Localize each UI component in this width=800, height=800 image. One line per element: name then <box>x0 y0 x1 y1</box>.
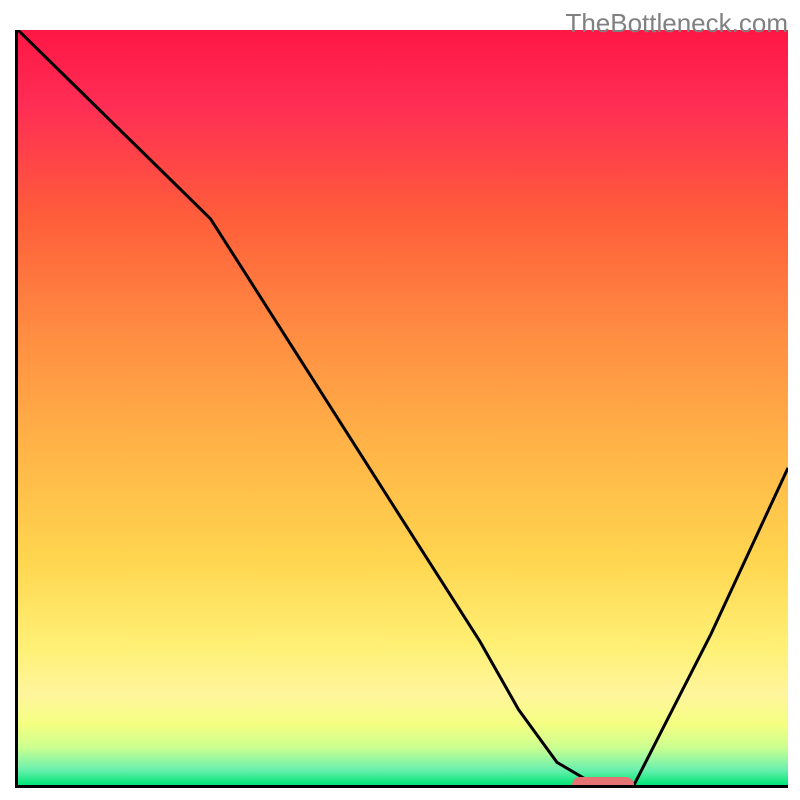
optimal-marker <box>572 777 634 788</box>
chart-plot-area <box>15 30 788 788</box>
watermark-text: TheBottleneck.com <box>565 8 788 39</box>
bottleneck-curve <box>18 30 788 785</box>
